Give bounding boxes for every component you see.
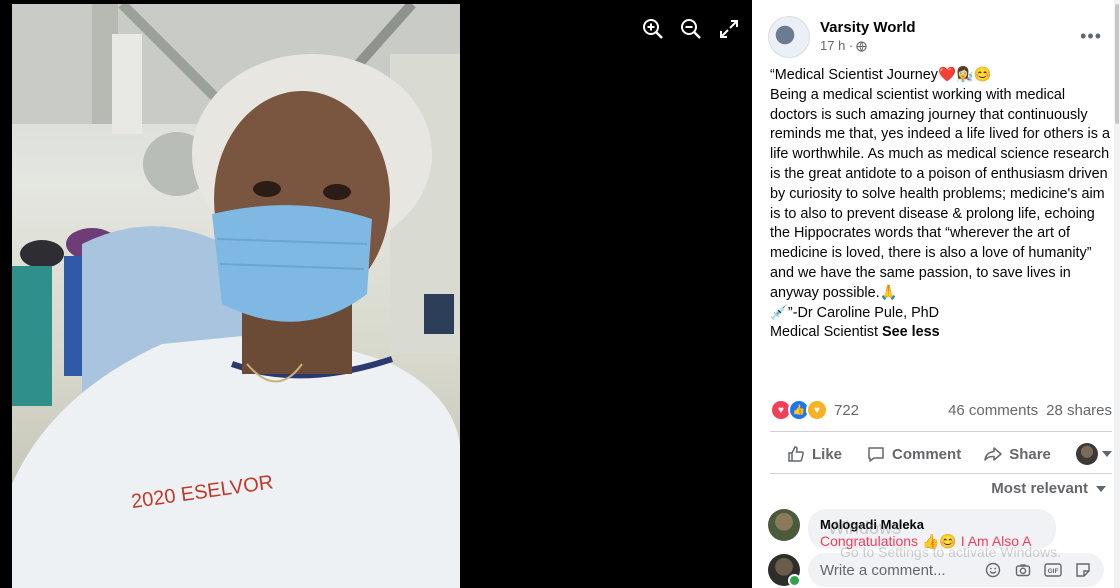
share-button[interactable]: Share — [983, 444, 1051, 464]
reaction-icons[interactable]: ♥ 👍 ♥ — [770, 399, 828, 421]
comment-label: Comment — [892, 445, 962, 463]
post-actions: Like Comment Share — [770, 441, 1112, 467]
shares-count[interactable]: 28 shares — [1046, 402, 1112, 419]
like-button[interactable]: Like — [786, 444, 842, 464]
post-panel: Varsity World 17 h · ••• “Medical Scient… — [752, 0, 1120, 588]
page-avatar[interactable] — [768, 16, 810, 58]
commenter-avatar[interactable] — [768, 509, 800, 541]
see-less-link[interactable]: See less — [882, 324, 940, 340]
post-line-3: 💉”-Dr Caroline Pule, PhD — [770, 304, 940, 321]
react-as-selector[interactable] — [1076, 443, 1112, 465]
share-label: Share — [1009, 445, 1051, 463]
post-header: Varsity World 17 h · — [768, 16, 916, 58]
like-label: Like — [812, 445, 843, 463]
zoom-in-button[interactable] — [640, 16, 666, 42]
commenter-name[interactable]: Mologadi Maleka — [820, 517, 1044, 532]
fullscreen-button[interactable] — [716, 16, 742, 42]
reaction-count[interactable]: 722 — [834, 402, 859, 419]
sort-label: Most relevant — [991, 480, 1088, 497]
photo-illustration: 2020 ESELVOR — [12, 4, 460, 588]
svg-text:GIF: GIF — [1048, 568, 1059, 575]
post-line-4-text: Medical Scientist — [770, 324, 878, 341]
post-line-4: Medical Scientist See less — [770, 323, 1114, 343]
zoom-out-icon — [681, 19, 701, 39]
post-photo[interactable]: 2020 ESELVOR — [12, 4, 460, 588]
viewer-toolbar — [640, 16, 742, 42]
comment-input-wrap: GIF — [800, 553, 1104, 587]
more-options-button[interactable]: ••• — [1080, 26, 1102, 47]
share-icon — [984, 447, 1002, 461]
comment-icon — [868, 447, 884, 462]
divider-bottom — [770, 473, 1112, 474]
page-name[interactable]: Varsity World — [820, 18, 916, 38]
caret-down-icon — [1102, 451, 1112, 457]
emoji-icon[interactable] — [984, 561, 1002, 579]
profile-avatar — [1076, 443, 1098, 465]
post-time-row: 17 h · — [820, 38, 916, 54]
comments-count[interactable]: 46 comments — [948, 402, 1038, 419]
composer-icons: GIF — [984, 561, 1092, 579]
photo-viewer: 2020 ESELVOR — [0, 0, 752, 588]
comment-button[interactable]: Comment — [866, 444, 961, 464]
scrollbar-track[interactable] — [1114, 0, 1120, 588]
gif-icon[interactable]: GIF — [1044, 561, 1062, 579]
camera-icon[interactable] — [1014, 561, 1032, 579]
post-meta: Varsity World 17 h · — [820, 16, 916, 54]
fullscreen-icon — [720, 20, 738, 38]
care-reaction-icon: ♥ — [806, 399, 828, 421]
post-text: “Medical Scientist Journey❤️👩‍🔬😊 Being a… — [770, 66, 1114, 343]
globe-icon — [856, 40, 867, 52]
post-line-2: Being a medical scientist working with m… — [770, 86, 1110, 301]
zoom-out-button[interactable] — [678, 16, 704, 42]
comment-text: Congratulations 👍😊 I Am Also A — [820, 533, 1032, 549]
comment-composer: GIF — [768, 553, 1104, 587]
engagement-counts: 46 comments 28 shares — [948, 402, 1112, 419]
comment-sort-dropdown[interactable]: Most relevant — [991, 480, 1106, 497]
sticker-icon[interactable] — [1074, 561, 1092, 579]
thumbs-up-icon — [788, 446, 804, 462]
scrollbar-thumb[interactable] — [1115, 4, 1119, 124]
post-time[interactable]: 17 h · — [820, 38, 853, 54]
divider-top — [770, 431, 1112, 432]
reactions-bar: ♥ 👍 ♥ 722 46 comments 28 shares — [770, 399, 1112, 421]
comment-bubble: Mologadi Maleka Congratulations 👍😊 I Am … — [808, 509, 1056, 549]
more-dots-icon: ••• — [1080, 26, 1102, 46]
chevron-down-icon — [1096, 485, 1106, 492]
comment-item: Mologadi Maleka Congratulations 👍😊 I Am … — [768, 509, 1056, 549]
user-avatar[interactable] — [768, 554, 801, 587]
zoom-in-icon — [643, 19, 663, 39]
post-line-1: “Medical Scientist Journey❤️👩‍🔬😊 — [770, 67, 992, 83]
